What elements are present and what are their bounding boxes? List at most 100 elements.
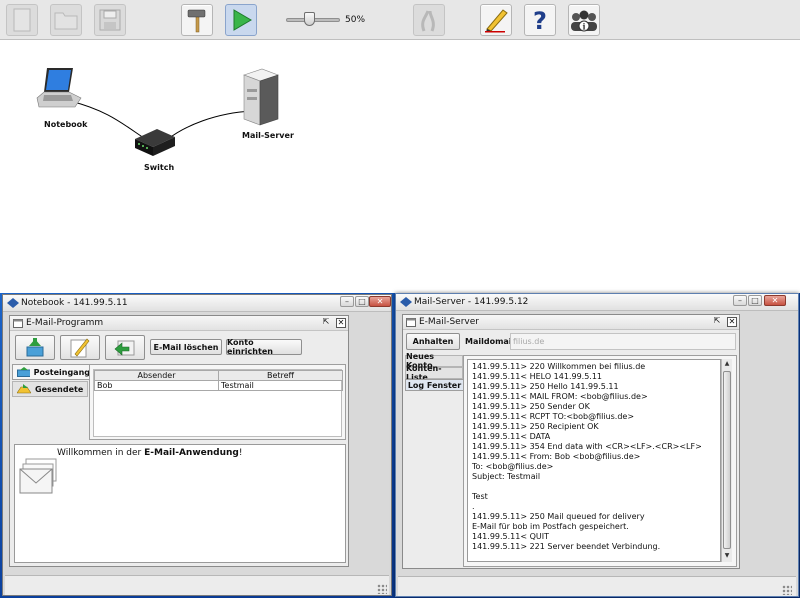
window-logo-icon — [7, 298, 19, 308]
resize-grip[interactable] — [377, 584, 387, 594]
close-button[interactable]: ✕ — [764, 295, 786, 306]
node-label-notebook: Notebook — [44, 120, 88, 129]
laptop-icon — [36, 68, 82, 108]
log-line: 141.99.5.11> 221 Server beendet Verbindu… — [472, 542, 661, 551]
delete-mail-button[interactable]: E-Mail löschen — [150, 339, 222, 355]
tab-gesendete[interactable]: Gesendete — [12, 381, 88, 397]
welcome-prefix: Willkommen in der — [57, 448, 145, 458]
log-line: E-Mail für bob im Postfach gespeichert. — [472, 522, 629, 531]
scroll-up-arrow-icon[interactable]: ▲ — [723, 360, 731, 368]
new-file-icon[interactable] — [6, 4, 38, 36]
help-icon[interactable]: ? — [524, 4, 556, 36]
scroll-thumb[interactable] — [723, 371, 731, 549]
log-line: 141.99.5.11< DATA — [472, 432, 551, 441]
tab-log-fenster[interactable]: Log Fenster — [405, 379, 463, 391]
mail-server-window: Mail-Server - 141.99.5.12 – □ ✕ E-Mail-S… — [395, 293, 799, 597]
mail-server-statusbar — [398, 576, 796, 596]
email-server-titlebar[interactable]: E-Mail-Server ⇱ ✕ — [403, 315, 739, 330]
cable-icon[interactable] — [413, 4, 445, 36]
detach-icon[interactable]: ⇱ — [321, 318, 331, 328]
log-text-area[interactable]: 141.99.5.11> 220 Willkommen bei filius.d… — [467, 359, 721, 562]
notebook-statusbar — [5, 575, 389, 595]
cell-absender: Bob — [94, 380, 219, 391]
frame-icon — [13, 319, 23, 328]
welcome-bold: E-Mail-Anwendung — [144, 448, 239, 458]
welcome-text: Willkommen in der E-Mail-Anwendung! — [57, 448, 242, 458]
main-toolbar: 50% ? i — [0, 0, 800, 40]
stop-server-button[interactable]: Anhalten — [406, 333, 460, 350]
setup-account-button[interactable]: Konto einrichten — [226, 338, 302, 356]
email-program-titlebar[interactable]: E-Mail-Programm ⇱ ✕ — [10, 316, 348, 331]
log-line: 141.99.5.11> 354 End data with <CR><LF>.… — [472, 442, 702, 451]
open-folder-icon[interactable] — [50, 4, 82, 36]
svg-text:i: i — [583, 22, 586, 32]
maximize-button[interactable]: □ — [355, 296, 369, 307]
tab-posteingang[interactable]: Posteingang — [12, 364, 90, 380]
email-program-frame: E-Mail-Programm ⇱ ✕ E-Mail löschen Konto… — [9, 315, 349, 567]
log-line: 141.99.5.11< MAIL FROM: <bob@filius.de> — [472, 392, 648, 401]
node-label-mail-server: Mail-Server — [242, 131, 294, 140]
log-line: 141.99.5.11> 250 Mail queued for deliver… — [472, 512, 645, 521]
mail-server-node[interactable] — [240, 67, 280, 129]
sent-icon — [17, 384, 31, 394]
log-line: To: <bob@filius.de> — [472, 462, 554, 471]
node-label-switch: Switch — [144, 163, 175, 172]
info-icon[interactable]: i — [568, 4, 600, 36]
tab-konten-liste[interactable]: Konten-Liste — [405, 364, 463, 382]
email-program-title: E-Mail-Programm — [26, 318, 104, 328]
log-line: 141.99.5.11< QUIT — [472, 532, 549, 541]
minimize-button[interactable]: – — [340, 296, 354, 307]
column-header-absender[interactable]: Absender — [94, 370, 219, 381]
notebook-window-titlebar[interactable]: Notebook - 141.99.5.11 – □ ✕ — [3, 295, 391, 312]
log-line: 141.99.5.11> 220 Willkommen bei filius.d… — [472, 362, 646, 371]
resize-grip[interactable] — [782, 585, 792, 595]
tab-posteingang-label: Posteingang — [33, 367, 90, 377]
switch-node[interactable] — [133, 127, 177, 159]
notebook-window-title: Notebook - 141.99.5.11 — [21, 298, 128, 308]
pencil-icon[interactable] — [480, 4, 512, 36]
tab-gesendete-label: Gesendete — [35, 384, 84, 394]
inbox-table: Absender Betreff Bob Testmail — [94, 370, 343, 391]
inbox-icon — [17, 367, 30, 377]
frame-close-icon[interactable]: ✕ — [336, 318, 346, 328]
inbox-table-viewport: Absender Betreff Bob Testmail — [93, 369, 343, 437]
receive-mail-icon — [26, 337, 44, 356]
scroll-down-arrow-icon[interactable]: ▼ — [723, 552, 731, 560]
email-server-title: E-Mail-Server — [419, 317, 479, 327]
detach-icon[interactable]: ⇱ — [712, 317, 722, 327]
zoom-slider-thumb[interactable] — [304, 12, 315, 26]
close-button[interactable]: ✕ — [369, 296, 391, 307]
welcome-suffix: ! — [238, 448, 243, 458]
notebook-node[interactable] — [35, 65, 87, 113]
svg-text:?: ? — [533, 7, 547, 33]
maximize-button[interactable]: □ — [748, 295, 762, 306]
zoom-level-label: 50% — [345, 15, 366, 25]
mail-server-window-titlebar[interactable]: Mail-Server - 141.99.5.12 – □ ✕ — [396, 294, 798, 311]
compose-mail-button[interactable] — [60, 335, 100, 360]
log-panel: 141.99.5.11> 220 Willkommen bei filius.d… — [463, 355, 737, 567]
minimize-button[interactable]: – — [733, 295, 747, 306]
log-line: Test — [472, 492, 488, 501]
log-line: 141.99.5.11< RCPT TO:<bob@filius.de> — [472, 412, 635, 421]
maildomain-field[interactable] — [510, 333, 736, 350]
network-canvas[interactable]: Notebook Switch Mail-Server — [0, 41, 800, 293]
log-scrollbar[interactable]: ▲ ▼ — [721, 359, 732, 562]
inbox-panel: Absender Betreff Bob Testmail — [89, 364, 346, 440]
hammer-icon[interactable] — [181, 4, 213, 36]
log-line: Subject: Testmail — [472, 472, 541, 481]
log-line: 141.99.5.11> 250 Sender OK — [472, 402, 590, 411]
frame-close-icon[interactable]: ✕ — [727, 317, 737, 327]
column-header-betreff[interactable]: Betreff — [218, 370, 343, 381]
reply-mail-button[interactable] — [105, 335, 145, 360]
frame-icon — [406, 318, 416, 327]
save-icon[interactable] — [94, 4, 126, 36]
window-logo-icon — [400, 297, 412, 307]
log-line: 141.99.5.11> 250 Hello 141.99.5.11 — [472, 382, 619, 391]
receive-mail-button[interactable] — [15, 335, 55, 360]
table-row[interactable]: Bob Testmail — [94, 380, 343, 391]
message-view[interactable]: Willkommen in der E-Mail-Anwendung! — [14, 444, 346, 563]
play-icon[interactable] — [225, 4, 257, 36]
server-icon — [243, 68, 279, 126]
log-line: 141.99.5.11< From: Bob <bob@filius.de> — [472, 452, 641, 461]
